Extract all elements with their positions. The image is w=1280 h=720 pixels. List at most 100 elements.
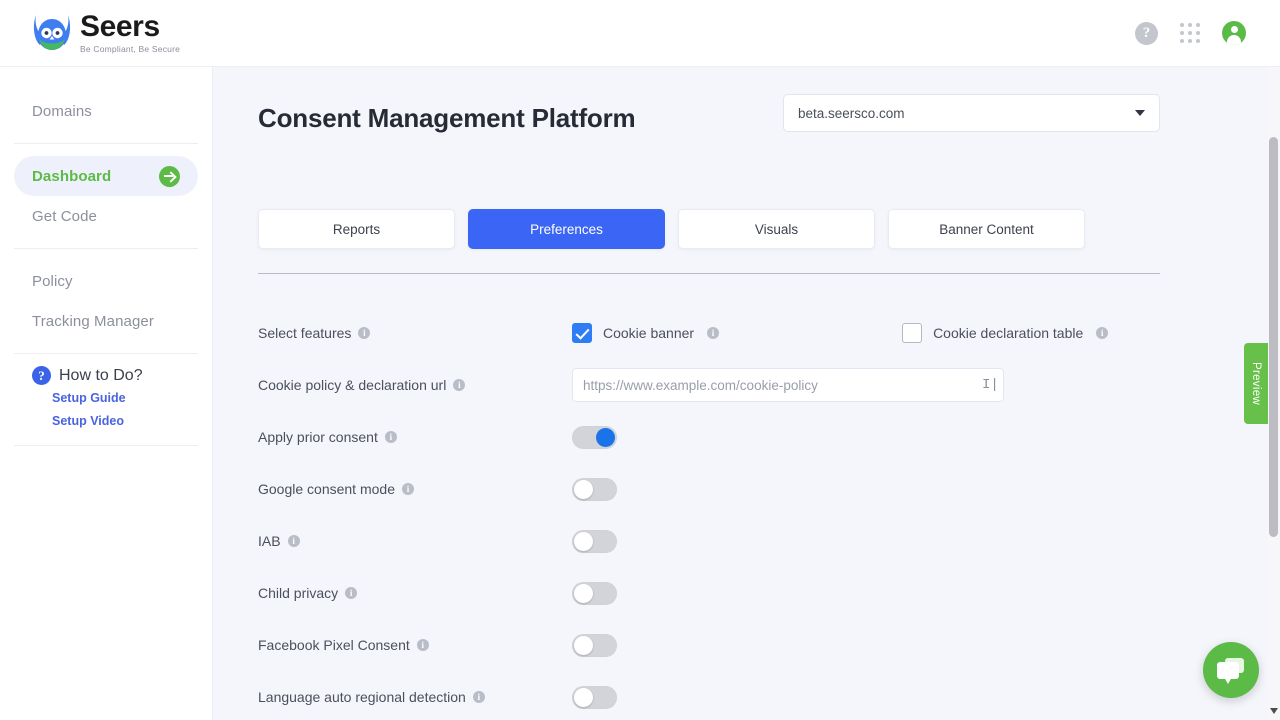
sidebar-item-label: Dashboard [32,167,112,185]
tab-reports[interactable]: Reports [258,209,455,249]
sidebar-divider [14,353,198,354]
scrollbar-thumb[interactable] [1269,137,1278,537]
row-iab: IAB i [258,515,1208,567]
toggle-label: Language auto regional detection [258,689,466,705]
sidebar-divider [14,143,198,144]
info-icon[interactable]: i [1096,327,1109,339]
domain-select[interactable]: beta.seersco.com [783,94,1160,132]
info-icon[interactable]: i [287,535,300,547]
sidebar-item-get-code[interactable]: Get Code [14,196,198,236]
tab-banner-content[interactable]: Banner Content [888,209,1085,249]
scroll-down-arrow-icon[interactable] [1269,708,1278,714]
chevron-down-icon [1135,110,1145,116]
toggle-child-privacy[interactable] [572,581,617,605]
cookie-policy-url-input[interactable]: https://www.example.com/cookie-policy I| [572,368,1004,402]
toggle-facebook-pixel-consent[interactable] [572,633,617,657]
brand-logo[interactable]: Seers Be Compliant, Be Secure [30,12,180,54]
row-google-consent-mode: Google consent mode i [258,463,1208,515]
tab-preferences[interactable]: Preferences [468,209,665,249]
toggle-knob [574,583,593,603]
apps-grid-icon[interactable] [1180,23,1200,43]
tab-label: Preferences [530,221,603,237]
info-icon[interactable]: i [358,327,371,339]
language-auto-regional-detection-label-group: Language auto regional detection i [258,689,558,705]
text-cursor-icon: I| [982,377,999,393]
preferences-form: Select features i Cookie banner i Cookie… [258,307,1208,720]
info-icon[interactable]: i [345,587,358,599]
sidebar-item-label: Policy [32,272,73,290]
checkbox-box[interactable] [902,323,923,343]
toggle-knob [574,687,593,707]
sidebar-divider [14,248,198,249]
child-privacy-label-group: Child privacy i [258,585,558,601]
toggle-language-auto-regional-detection[interactable] [572,685,617,709]
google-consent-mode-label-group: Google consent mode i [258,481,558,497]
main-content: Consent Management Platform beta.seersco… [213,67,1268,720]
apply-prior-consent-label-group: Apply prior consent i [258,429,558,445]
how-to-do-title: How to Do? [59,366,143,384]
sidebar-item-dashboard[interactable]: Dashboard [14,156,198,196]
tab-label: Visuals [754,221,799,237]
owl-logo-icon [30,12,74,54]
top-header: Seers Be Compliant, Be Secure ? [0,0,1280,67]
toggle-knob [574,531,593,551]
checkbox-label: Cookie banner [603,325,695,341]
checkbox-cookie-declaration-table[interactable]: Cookie declaration table i [902,323,1109,343]
select-features-label: Select features [258,325,352,341]
toggle-label: Facebook Pixel Consent [258,637,410,653]
help-circle-icon[interactable]: ? [1135,21,1158,45]
toggle-label: IAB [258,533,281,549]
toggle-iab[interactable] [572,529,617,553]
checkbox-cookie-banner[interactable]: Cookie banner i [572,323,720,343]
toggle-apply-prior-consent[interactable] [572,425,617,449]
preview-tab-button[interactable]: Preview [1244,343,1268,424]
sidebar-item-label: Get Code [32,207,98,225]
tab-visuals[interactable]: Visuals [678,209,875,249]
info-icon[interactable]: i [472,691,485,703]
preview-tab-label: Preview [1250,361,1262,405]
row-apply-prior-consent: Apply prior consent i [258,411,1208,463]
app-root: Seers Be Compliant, Be Secure ? Domains … [0,0,1280,720]
info-icon[interactable]: i [453,379,466,391]
checkbox-box[interactable] [572,323,592,343]
row-select-features: Select features i Cookie banner i Cookie… [258,307,1208,359]
toggle-label: Apply prior consent [258,429,378,445]
header-actions: ? [1135,21,1246,45]
sidebar-item-label: Tracking Manager [32,312,154,330]
sidebar-item-policy[interactable]: Policy [14,261,198,301]
user-avatar-icon[interactable] [1222,21,1246,45]
cookie-policy-url-placeholder: https://www.example.com/cookie-policy [583,377,818,393]
checkbox-label: Cookie declaration table [933,325,1084,341]
facebook-pixel-consent-label-group: Facebook Pixel Consent i [258,637,558,653]
tab-label: Banner Content [939,221,1034,237]
select-features-label-group: Select features i [258,325,558,341]
info-icon[interactable]: i [401,483,414,495]
info-icon[interactable]: i [416,639,429,651]
arrow-right-icon [159,165,180,187]
chat-widget-button[interactable] [1203,642,1259,698]
sidebar-item-tracking-manager[interactable]: Tracking Manager [14,301,198,341]
tab-bar: Reports Preferences Visuals Banner Conte… [258,209,1085,249]
toggle-label: Google consent mode [258,481,395,497]
how-to-do-section: ? How to Do? [14,366,198,385]
info-icon[interactable]: i [707,327,720,339]
sidebar-item-domains[interactable]: Domains [14,91,198,131]
toggle-google-consent-mode[interactable] [572,477,617,501]
row-cookie-policy-url: Cookie policy & declaration url i https:… [258,359,1208,411]
cookie-policy-url-label: Cookie policy & declaration url [258,377,447,393]
sidebar: Domains Dashboard Get Code Policy Tracki… [0,67,213,720]
setup-video-link[interactable]: Setup Video [52,412,198,431]
cookie-policy-url-label-group: Cookie policy & declaration url i [258,377,558,393]
sidebar-divider [14,445,198,446]
domain-select-value: beta.seersco.com [798,105,905,121]
page-scrollbar[interactable] [1267,67,1280,720]
setup-guide-link[interactable]: Setup Guide [52,389,198,408]
page-title: Consent Management Platform [258,103,636,133]
row-facebook-pixel-consent: Facebook Pixel Consent i [258,619,1208,671]
info-icon[interactable]: i [384,431,397,443]
sidebar-item-label: Domains [32,102,92,120]
tab-label: Reports [332,221,381,237]
tabs-divider [258,273,1160,274]
toggle-label: Child privacy [258,585,339,601]
iab-label-group: IAB i [258,533,558,549]
